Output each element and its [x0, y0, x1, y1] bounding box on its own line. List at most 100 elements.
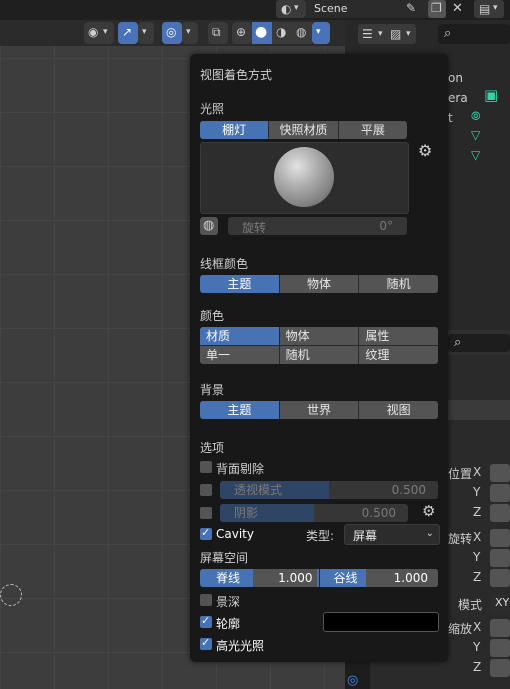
rotation-field[interactable]: 旋转 0°: [228, 217, 407, 235]
object-properties-icon[interactable]: ◎: [347, 674, 358, 687]
visibility-dropdown[interactable]: ◉ ▾: [84, 22, 114, 44]
list-icon: ☰: [362, 27, 373, 41]
shading-dropdown[interactable]: ▾: [312, 22, 330, 44]
rendered-shading-button[interactable]: ◍: [292, 22, 312, 44]
gizmo-toggle[interactable]: ↗: [118, 22, 138, 44]
xray-checkbox[interactable]: [200, 484, 212, 496]
viewport-shading-popover: 视图着色方式 光照 棚灯 快照材质 平展 ⚙ ◍ 旋转 0° 线框颜色 主题 物…: [190, 54, 448, 662]
axis-label: Y: [473, 640, 481, 654]
overlay-icon: ◎: [166, 25, 177, 39]
wire-color-option-object[interactable]: 物体: [279, 275, 360, 293]
cavity-checkbox[interactable]: [200, 526, 212, 540]
light-icon[interactable]: ⦾: [471, 110, 481, 122]
rotation-z-field[interactable]: [490, 569, 510, 587]
globe-icon: ◍: [203, 218, 215, 233]
location-y-field[interactable]: [490, 484, 510, 502]
valley-value: 1.000: [366, 569, 438, 587]
scale-x-field[interactable]: [490, 619, 510, 637]
material-sphere-icon: ◑: [276, 25, 287, 39]
color-option-material[interactable]: 材质: [200, 327, 279, 345]
color-option-texture[interactable]: 纹理: [359, 346, 438, 364]
outliner-display-mode[interactable]: ☰ ▾: [358, 24, 388, 44]
gear-icon[interactable]: ⚙: [418, 143, 432, 159]
outliner-item[interactable]: on: [448, 71, 463, 85]
outliner-item[interactable]: era: [448, 91, 468, 105]
color-option-single[interactable]: 单一: [200, 346, 279, 364]
outline-label: 轮廓: [216, 617, 241, 631]
rendered-sphere-icon: ◍: [296, 25, 307, 39]
wire-color-option-random[interactable]: 随机: [359, 275, 438, 293]
chevron-down-icon: ▾: [186, 27, 191, 37]
world-space-toggle[interactable]: ◍: [200, 217, 218, 235]
cavity-type-select[interactable]: 屏幕 ⌄: [344, 524, 440, 545]
ridge-field[interactable]: 脊线 1.000: [200, 569, 320, 587]
gizmo-icon: ↗: [122, 25, 133, 39]
rotation-mode-select[interactable]: XY: [490, 594, 510, 612]
new-scene-button[interactable]: ❐: [428, 0, 446, 18]
scale-y-field[interactable]: [490, 639, 510, 657]
chevron-down-icon: ▾: [316, 27, 321, 37]
lighting-option-studio[interactable]: 棚灯: [200, 121, 270, 139]
vertex-group-icon[interactable]: ▽: [471, 129, 480, 141]
pin-icon[interactable]: ✎: [406, 2, 416, 14]
rotation-x-field[interactable]: [490, 529, 510, 547]
valley-field[interactable]: 谷线 1.000: [319, 569, 438, 587]
close-icon[interactable]: ✕: [452, 2, 463, 15]
vertex-group-icon[interactable]: ▽: [471, 149, 480, 161]
camera-icon[interactable]: ▣: [484, 88, 498, 103]
material-shading-button[interactable]: ◑: [272, 22, 292, 44]
image-icon: ▨: [390, 27, 402, 41]
gear-icon[interactable]: ⚙: [422, 504, 435, 519]
studio-light-preview[interactable]: [200, 142, 409, 214]
specular-checkbox[interactable]: [200, 636, 212, 650]
3d-cursor-icon: [0, 584, 22, 606]
shadow-checkbox[interactable]: [200, 507, 212, 519]
background-option-viewport[interactable]: 视图: [359, 401, 438, 419]
xray-alpha-slider[interactable]: 透视模式 0.500: [220, 481, 438, 499]
xray-value: 0.500: [391, 483, 426, 497]
background-heading: 背景: [200, 383, 225, 397]
outliner-item[interactable]: t: [448, 111, 453, 125]
screen-space-heading: 屏幕空间: [200, 551, 249, 565]
xray-toggle[interactable]: ⧉: [208, 22, 228, 44]
solid-shading-button[interactable]: ●: [252, 22, 272, 44]
scale-z-field[interactable]: [490, 659, 510, 677]
outline-color-swatch[interactable]: [323, 612, 439, 632]
outliner-filter[interactable]: ▨ ▾: [386, 24, 416, 44]
background-option-world[interactable]: 世界: [279, 401, 360, 419]
xray-icon: ⧉: [212, 25, 221, 39]
view-layer-button[interactable]: ▤ ▾: [474, 0, 504, 18]
search-icon: ⌕: [454, 335, 462, 350]
background-option-theme[interactable]: 主题: [200, 401, 280, 419]
dof-checkbox[interactable]: [200, 594, 212, 606]
overlay-dropdown[interactable]: ▾: [182, 22, 198, 44]
location-z-field[interactable]: [490, 504, 510, 522]
axis-label: Y: [473, 485, 481, 499]
color-option-attribute[interactable]: 属性: [359, 327, 438, 345]
backface-culling-label: 背面剔除: [216, 462, 265, 476]
scene-type-button[interactable]: ◐ ▾: [276, 0, 306, 18]
lighting-heading: 光照: [200, 102, 225, 116]
location-x-field[interactable]: [490, 464, 510, 482]
wireframe-shading-button[interactable]: ⊕: [232, 22, 252, 44]
properties-search-input[interactable]: ⌕: [448, 334, 510, 352]
wire-color-option-theme[interactable]: 主题: [200, 275, 280, 293]
color-option-object[interactable]: 物体: [279, 327, 359, 345]
color-selector: 材质 物体 属性 单一 随机 纹理: [200, 327, 438, 364]
axis-label: Z: [473, 570, 482, 584]
overlay-toggle[interactable]: ◎: [162, 22, 182, 44]
shadow-intensity-slider[interactable]: 阴影 0.500: [220, 504, 408, 522]
backface-culling-checkbox[interactable]: [200, 461, 212, 473]
location-label: 位置: [448, 467, 473, 481]
lighting-option-flat[interactable]: 平展: [338, 121, 407, 139]
axis-label: Z: [473, 505, 482, 519]
color-option-random[interactable]: 随机: [279, 346, 359, 364]
rotation-y-field[interactable]: [490, 549, 510, 567]
lighting-option-matcap[interactable]: 快照材质: [269, 121, 339, 139]
outliner-search-input[interactable]: ⌕: [438, 24, 510, 44]
axis-label: Z: [473, 660, 482, 674]
scene-field[interactable]: Scene ✎: [306, 0, 446, 18]
outline-checkbox[interactable]: [200, 614, 212, 628]
cavity-type-label: 类型:: [306, 529, 335, 543]
gizmo-dropdown[interactable]: ▾: [138, 22, 154, 44]
